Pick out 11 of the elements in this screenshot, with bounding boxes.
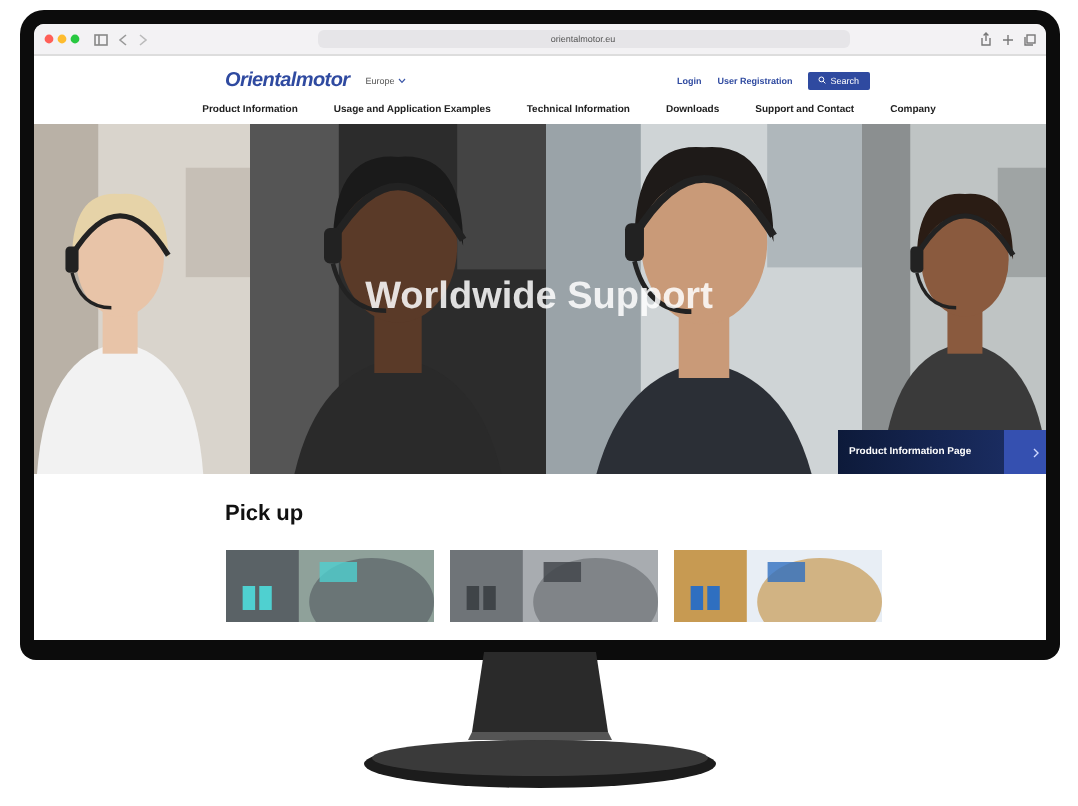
back-icon[interactable] [117, 33, 127, 45]
chevron-right-icon [1031, 447, 1039, 457]
sidebar-icon[interactable] [93, 33, 107, 45]
section-heading: Pick up [225, 502, 306, 526]
caret-icon [398, 77, 407, 83]
search-icon [818, 76, 827, 84]
tabs-icon[interactable] [1023, 33, 1035, 45]
plus-icon[interactable] [1001, 33, 1013, 45]
window-controls-icon[interactable] [43, 34, 83, 44]
share-icon[interactable] [979, 32, 991, 46]
site-logo[interactable]: Orientalmotor [225, 69, 350, 91]
